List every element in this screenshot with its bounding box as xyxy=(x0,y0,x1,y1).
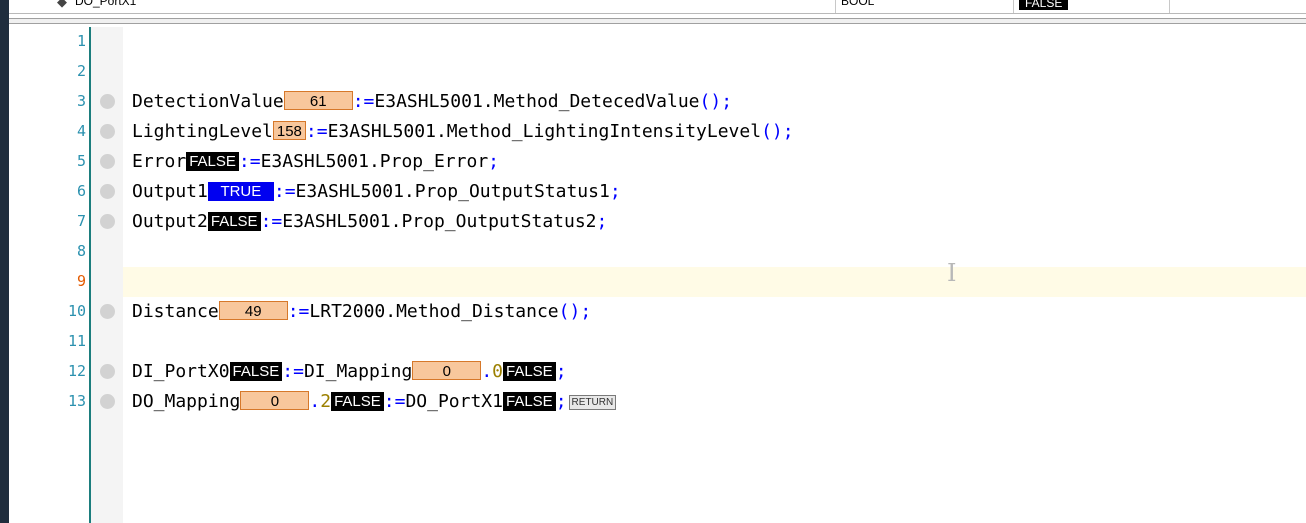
variable-name: LightingLevel xyxy=(132,121,273,142)
semicolon: ; xyxy=(782,121,794,142)
line-number: 12 xyxy=(67,362,86,380)
line-number: 13 xyxy=(67,392,86,410)
code-line-1[interactable]: 1 xyxy=(9,31,1306,52)
breakpoint-marker[interactable] xyxy=(100,124,115,139)
expression: E3ASHL5001.Prop_OutputStatus1 xyxy=(295,181,610,202)
parentheses: () xyxy=(699,91,722,112)
assign-operator: := xyxy=(260,211,283,232)
code-line-4[interactable]: 4 LightingLevel 158:=E3ASHL5001.Method_Li… xyxy=(9,121,1306,142)
code-line-10[interactable]: 10 Distance 49:=LRT2000.Method_Distance()… xyxy=(9,301,1306,322)
code-line-6[interactable]: 6 Output1 TRUE:=E3ASHL5001.Prop_OutputSta… xyxy=(9,181,1306,202)
semicolon: ; xyxy=(580,301,592,322)
monitor-value[interactable]: 61 xyxy=(283,91,353,110)
expression: DO_PortX1 xyxy=(405,391,503,412)
return-marker[interactable]: RETURN xyxy=(568,395,617,410)
code-line-3[interactable]: 3 DetectionValue 61:=E3ASHL5001.Method_De… xyxy=(9,91,1306,112)
assign-operator: := xyxy=(282,361,304,382)
semicolon: ; xyxy=(555,361,567,382)
assign-operator: := xyxy=(352,91,375,112)
bit-index: 0 xyxy=(492,361,503,382)
line-number: 1 xyxy=(76,32,86,50)
bit-access-dot: . xyxy=(309,391,321,412)
expression: E3ASHL5001.Method_DetecedValue xyxy=(374,91,700,112)
monitor-value[interactable]: FALSE xyxy=(186,152,239,171)
variable-name: Distance xyxy=(132,301,219,322)
monitor-value[interactable]: TRUE xyxy=(207,182,274,201)
assign-operator: := xyxy=(273,181,296,202)
variable-name: DetectionValue xyxy=(132,91,284,112)
semicolon: ; xyxy=(555,391,567,412)
breakpoint-marker[interactable] xyxy=(100,364,115,379)
variable-name: DI_PortX0 xyxy=(132,361,230,382)
parentheses: () xyxy=(761,121,783,142)
expression: E3ASHL5001.Method_LightingIntensityLevel xyxy=(327,121,762,142)
line-number: 11 xyxy=(67,332,86,350)
expression: DI_Mapping xyxy=(303,361,413,382)
code-line-12[interactable]: 12 DI_PortX0 FALSE:=DI_Mapping 0.0 FALSE; xyxy=(9,361,1306,382)
line-number: 2 xyxy=(76,62,86,80)
monitor-value[interactable]: 49 xyxy=(218,301,288,320)
code-line-9[interactable]: 9 xyxy=(9,271,1306,292)
assign-operator: := xyxy=(238,151,261,172)
code-line-11[interactable]: 11 xyxy=(9,331,1306,352)
bit-access-dot: . xyxy=(481,361,493,382)
code-line-7[interactable]: 7 Output2 FALSE:=E3ASHL5001.Prop_OutputSt… xyxy=(9,211,1306,232)
declaration-type: BOOL xyxy=(841,0,875,8)
semicolon: ; xyxy=(721,91,733,112)
monitor-value[interactable]: FALSE xyxy=(229,362,283,381)
code-line-13[interactable]: 13 DO_Mapping 0.2 FALSE:=DO_PortX1 FALSE; RE… xyxy=(9,391,1306,412)
column-separator xyxy=(835,0,836,13)
line-number: 9 xyxy=(76,272,86,290)
line-number: 8 xyxy=(76,242,86,260)
breakpoint-marker[interactable] xyxy=(100,214,115,229)
variable-name: DO_Mapping xyxy=(132,391,241,412)
breakpoint-marker[interactable] xyxy=(100,184,115,199)
line-number: 10 xyxy=(67,302,86,320)
monitor-value[interactable]: FALSE xyxy=(207,212,261,231)
semicolon: ; xyxy=(488,151,499,172)
variable-name: Output1 xyxy=(132,181,208,202)
bit-index: 2 xyxy=(320,391,332,412)
code-line-8[interactable]: 8 xyxy=(9,241,1306,262)
expression: E3ASHL5001.Prop_Error xyxy=(260,151,489,172)
line-number: 5 xyxy=(76,152,86,170)
bit-monitor-value[interactable]: FALSE xyxy=(503,362,556,381)
assign-operator: := xyxy=(383,391,406,412)
breakpoint-marker[interactable] xyxy=(100,154,115,169)
column-separator xyxy=(1013,0,1014,13)
variable-name: Output2 xyxy=(132,211,208,232)
code-line-5[interactable]: 5 Error FALSE:=E3ASHL5001.Prop_Error; xyxy=(9,151,1306,172)
variable-name: Error xyxy=(132,151,187,172)
monitor-value[interactable]: 158 xyxy=(272,121,306,140)
line-number: 3 xyxy=(76,92,86,110)
code-editor[interactable]: I 1 2 3 DetectionValue 61:=E3ASHL5001.Met… xyxy=(9,27,1306,523)
pane-splitter[interactable] xyxy=(9,18,1306,24)
declaration-name: DO_PortX1 xyxy=(75,0,137,8)
semicolon: ; xyxy=(596,211,608,232)
declaration-row[interactable]: ◆ DO_PortX1 BOOL FALSE xyxy=(9,0,1306,14)
line-number: 4 xyxy=(76,122,86,140)
variable-icon: ◆ xyxy=(57,0,67,9)
code-line-2[interactable]: 2 xyxy=(9,61,1306,82)
column-separator xyxy=(1169,0,1170,13)
parentheses: () xyxy=(558,301,581,322)
bit-monitor-value[interactable]: FALSE xyxy=(331,392,384,411)
breakpoint-marker[interactable] xyxy=(100,94,115,109)
breakpoint-marker[interactable] xyxy=(100,394,115,409)
expression: E3ASHL5001.Prop_OutputStatus2 xyxy=(282,211,597,232)
breakpoint-marker[interactable] xyxy=(100,304,115,319)
expression-monitor-value[interactable]: 0 xyxy=(412,361,482,380)
left-window-edge xyxy=(0,0,9,523)
declaration-value[interactable]: FALSE xyxy=(1019,0,1069,10)
line-number: 7 xyxy=(76,212,86,230)
line-number: 6 xyxy=(76,182,86,200)
assign-operator: := xyxy=(287,301,310,322)
monitor-value[interactable]: 0 xyxy=(240,391,310,410)
expression-monitor-value[interactable]: FALSE xyxy=(503,392,556,411)
semicolon: ; xyxy=(609,181,621,202)
expression: LRT2000.Method_Distance xyxy=(309,301,559,322)
assign-operator: := xyxy=(305,121,328,142)
